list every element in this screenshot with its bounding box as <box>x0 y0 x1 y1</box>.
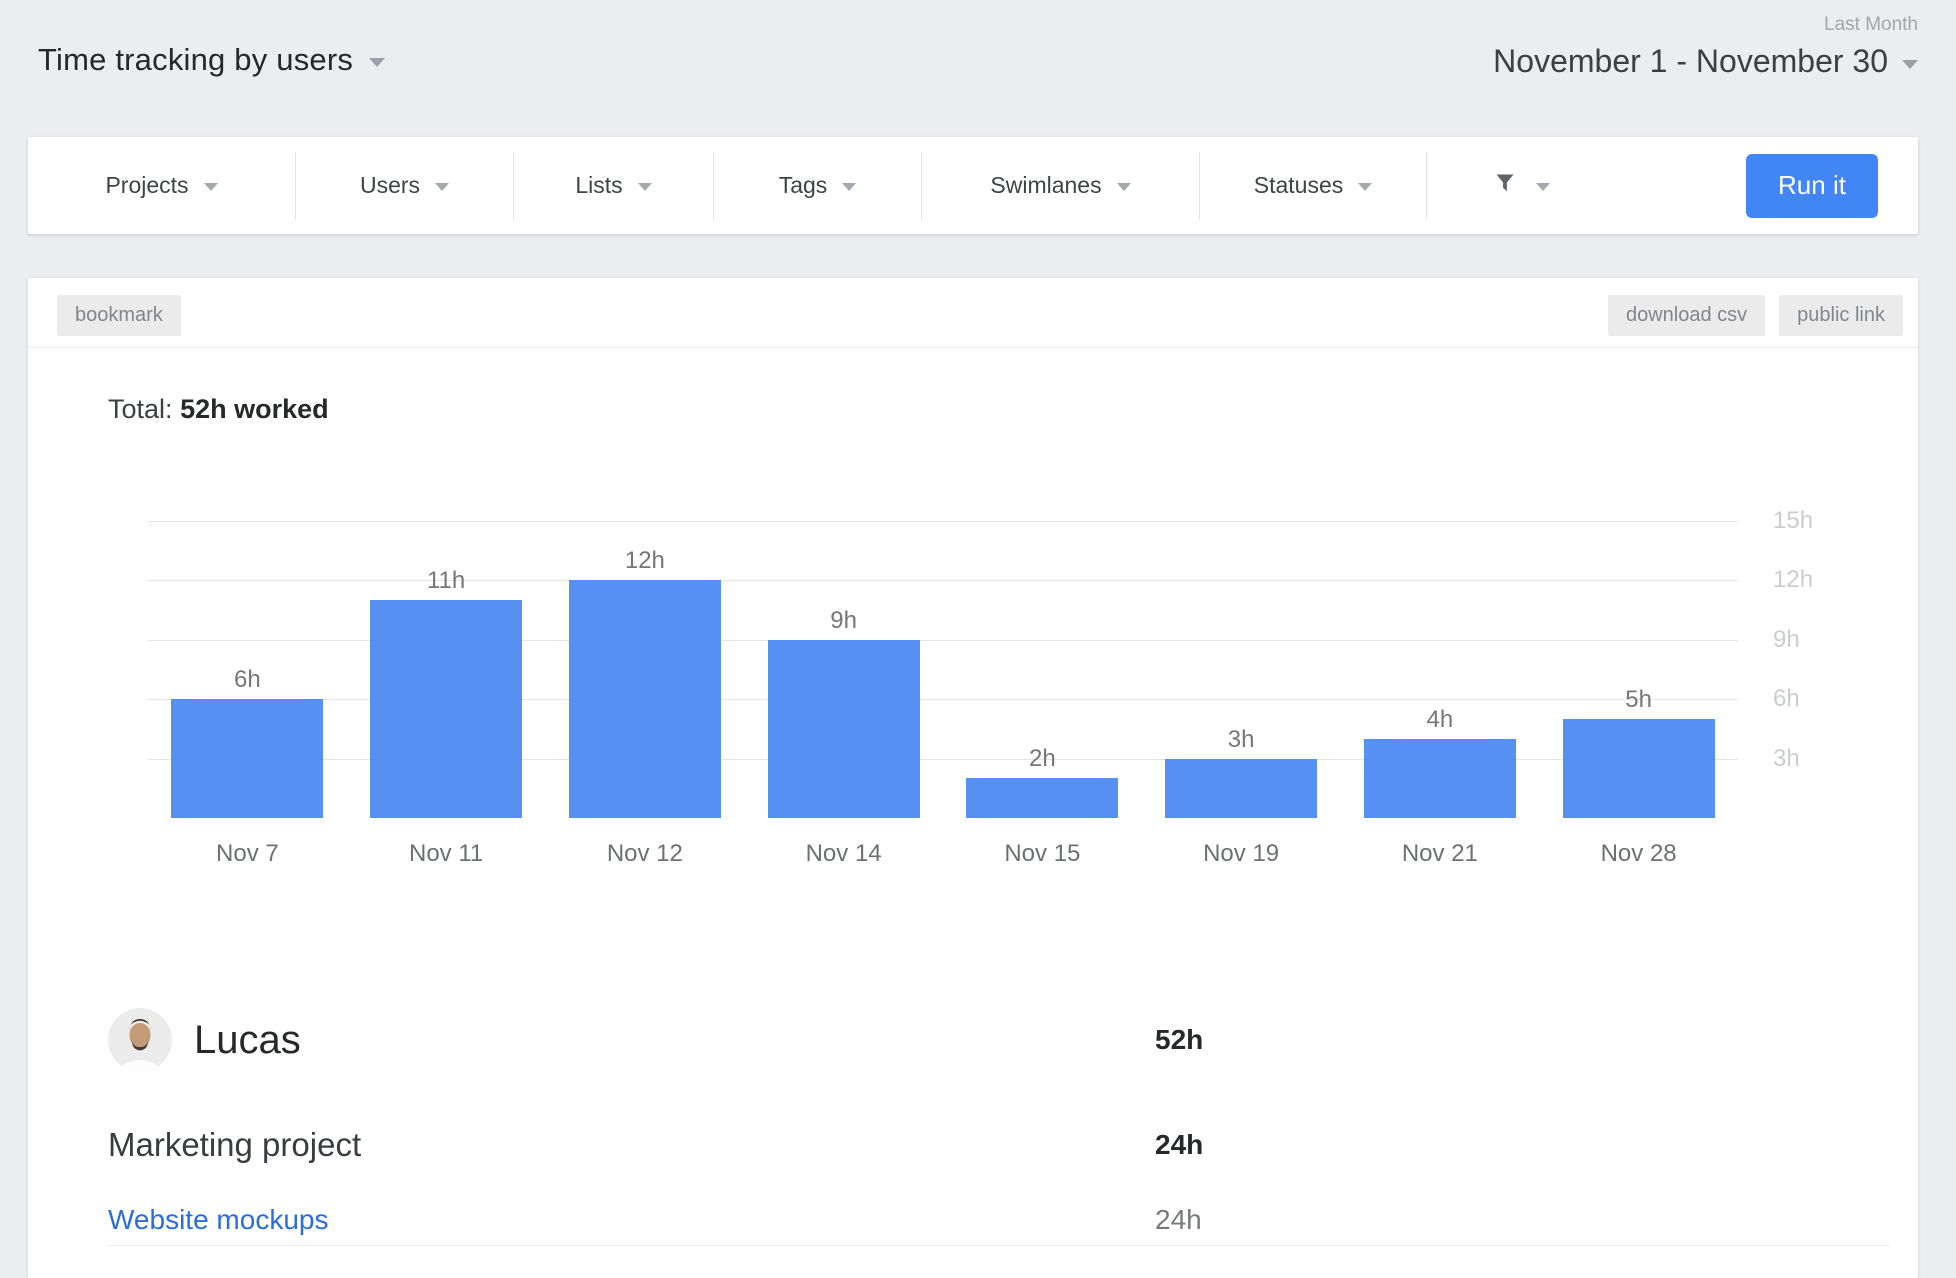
report-toolbar: bookmark download csv public link <box>28 278 1918 348</box>
bar-nov-19[interactable] <box>1165 759 1317 818</box>
bar-value-label: 2h <box>1029 745 1056 773</box>
download-csv-button[interactable]: download csv <box>1608 295 1765 336</box>
date-range-selector[interactable]: November 1 - November 30 <box>1493 43 1918 80</box>
filter-label: Tags <box>779 172 828 199</box>
y-axis-label: 12h <box>1773 565 1863 595</box>
x-axis-label: Nov 21 <box>1341 840 1540 868</box>
bar-column-nov-14: 9h <box>744 425 943 818</box>
x-axis-label: Nov 11 <box>347 840 546 868</box>
x-axis-label: Nov 14 <box>744 840 943 868</box>
x-axis-label: Nov 15 <box>943 840 1142 868</box>
bar-value-label: 5h <box>1625 686 1652 714</box>
bar-nov-21[interactable] <box>1364 739 1516 818</box>
bar-value-label: 3h <box>1228 726 1255 754</box>
bar-value-label: 4h <box>1427 706 1454 734</box>
report-body: Total: 52h worked 6h 11h 12h 9h 2h 3h 4h 5h Nov… <box>28 394 1918 1246</box>
bar-nov-28[interactable] <box>1563 719 1715 818</box>
x-axis-label: Nov 19 <box>1142 840 1341 868</box>
x-axis-label: Nov 12 <box>546 840 745 868</box>
chevron-down-icon <box>1358 183 1372 191</box>
avatar <box>108 1008 172 1072</box>
period-label: Last Month <box>1493 14 1918 36</box>
x-axis-label: Nov 28 <box>1539 840 1738 868</box>
filter-dropdown-lists[interactable]: Lists <box>514 137 713 234</box>
filter-bar: ProjectsUsersListsTagsSwimlanesStatuses … <box>28 137 1918 234</box>
bookmark-button[interactable]: bookmark <box>57 295 181 336</box>
toolbar-right: download csv public link <box>1608 295 1903 336</box>
chevron-down-icon <box>1902 60 1918 69</box>
task-link[interactable]: Website mockups <box>108 1204 328 1236</box>
bar-nov-11[interactable] <box>370 600 522 818</box>
filter-funnel-icon <box>1494 172 1516 199</box>
date-range-text: November 1 - November 30 <box>1493 43 1888 80</box>
chevron-down-icon <box>204 183 218 191</box>
task-row-website-mockups: Website mockups 24h <box>108 1204 1808 1236</box>
y-axis-label: 15h <box>1773 506 1863 536</box>
filter-label: Users <box>360 172 420 199</box>
page-title: Time tracking by users <box>38 42 353 78</box>
user-breakdown-rows: Marketing project 24h Website mockups 24h <box>108 1126 1918 1246</box>
bar-value-label: 6h <box>234 666 261 694</box>
bar-column-nov-11: 11h <box>347 425 546 818</box>
y-axis-label: 3h <box>1773 744 1863 774</box>
report-card: bookmark download csv public link Total:… <box>28 278 1918 1278</box>
filter-label: Projects <box>105 172 188 199</box>
divider <box>108 1245 1890 1246</box>
filter-label: Lists <box>575 172 622 199</box>
x-axis-label: Nov 7 <box>148 840 347 868</box>
bar-value-label: 9h <box>830 607 857 635</box>
page-header: Time tracking by users Last Month Novemb… <box>0 0 1956 137</box>
public-link-button[interactable]: public link <box>1779 295 1903 336</box>
bar-column-nov-21: 4h <box>1341 425 1540 818</box>
bar-column-nov-19: 3h <box>1142 425 1341 818</box>
report-type-selector[interactable]: Time tracking by users <box>38 42 385 78</box>
chart-plot-area: 6h 11h 12h 9h 2h 3h 4h 5h <box>148 425 1738 818</box>
task-hours: 24h <box>1155 1204 1202 1236</box>
filter-dropdown-statuses[interactable]: Statuses <box>1200 137 1426 234</box>
bar-nov-7[interactable] <box>171 699 323 818</box>
y-axis-label: 6h <box>1773 684 1863 714</box>
bar-column-nov-12: 12h <box>546 425 745 818</box>
advanced-filter-dropdown[interactable] <box>1427 137 1617 234</box>
filter-dropdown-tags[interactable]: Tags <box>714 137 921 234</box>
bar-column-nov-28: 5h <box>1539 425 1738 818</box>
user-summary-row: Lucas 52h <box>108 1008 1808 1072</box>
project-hours: 24h <box>1155 1129 1203 1161</box>
user-total-hours: 52h <box>1155 1024 1203 1056</box>
time-tracked-bar-chart: 6h11h12h9h2h3h4h5h Nov 7Nov 11Nov 12Nov … <box>108 425 1908 900</box>
chevron-down-icon <box>369 58 385 67</box>
run-it-button[interactable]: Run it <box>1746 154 1878 218</box>
bar-column-nov-15: 2h <box>943 425 1142 818</box>
bar-column-nov-7: 6h <box>148 425 347 818</box>
total-summary: Total: 52h worked <box>108 394 1918 425</box>
filter-label: Statuses <box>1254 172 1344 199</box>
bar-nov-14[interactable] <box>768 640 920 818</box>
y-axis-label: 9h <box>1773 625 1863 655</box>
bars-row: 6h 11h 12h 9h 2h 3h 4h 5h <box>148 425 1738 818</box>
bar-nov-15[interactable] <box>966 778 1118 818</box>
total-value: 52h worked <box>180 394 329 424</box>
chevron-down-icon <box>842 183 856 191</box>
bar-value-label: 12h <box>625 547 665 575</box>
project-row-marketing-project: Marketing project 24h <box>108 1126 1808 1164</box>
chevron-down-icon <box>1117 183 1131 191</box>
filter-dropdown-users[interactable]: Users <box>296 137 513 234</box>
filter-dropdown-swimlanes[interactable]: Swimlanes <box>922 137 1199 234</box>
project-name: Marketing project <box>108 1126 361 1164</box>
user-name: Lucas <box>194 1018 301 1063</box>
filter-dropdowns: Projects Users Lists Tags Swimlanes Statuses <box>28 137 1427 234</box>
filter-label: Swimlanes <box>990 172 1101 199</box>
filter-dropdown-projects[interactable]: Projects <box>28 137 295 234</box>
total-label: Total: <box>108 394 173 424</box>
bar-value-label: 11h <box>427 567 465 595</box>
date-area: Last Month November 1 - November 30 <box>1493 12 1918 80</box>
chart-x-axis: Nov 7Nov 11Nov 12Nov 14Nov 15Nov 19Nov 2… <box>148 840 1738 868</box>
chevron-down-icon <box>1536 183 1550 191</box>
time-tracking-report-page: Time tracking by users Last Month Novemb… <box>0 0 1956 1266</box>
chevron-down-icon <box>435 183 449 191</box>
bar-nov-12[interactable] <box>569 580 721 818</box>
chevron-down-icon <box>638 183 652 191</box>
